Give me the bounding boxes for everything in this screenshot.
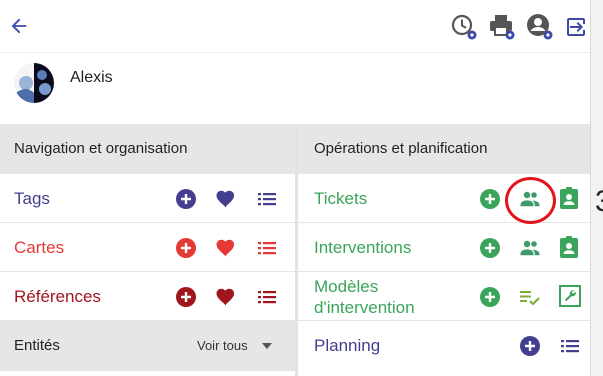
modeles-label-line1: Modèles [314, 277, 379, 296]
badge-icon[interactable] [559, 186, 579, 210]
checklist-icon[interactable] [519, 286, 541, 308]
interventions-label[interactable]: Interventions [314, 223, 411, 272]
list-item-planning[interactable]: Planning [298, 321, 590, 370]
add-circle-icon[interactable] [175, 237, 197, 259]
modeles-label-line2: d'intervention [314, 298, 415, 317]
chevron-down-icon[interactable] [262, 343, 272, 349]
wrench-icon[interactable] [559, 285, 581, 307]
add-circle-icon[interactable] [479, 286, 501, 308]
heart-icon[interactable] [215, 188, 237, 210]
print-settings-icon[interactable] [487, 12, 517, 42]
list-icon[interactable] [256, 188, 278, 210]
logout-icon[interactable] [564, 12, 588, 42]
entities-label: Entités [14, 337, 60, 354]
list-icon[interactable] [559, 335, 581, 357]
references-label[interactable]: Références [14, 272, 101, 321]
heart-icon[interactable] [215, 237, 237, 259]
history-settings-icon[interactable] [449, 12, 479, 42]
account-settings-icon[interactable] [525, 12, 555, 42]
top-bar [0, 0, 590, 52]
list-item-modeles-intervention[interactable]: Modèles d'intervention [298, 272, 590, 321]
list-icon[interactable] [256, 286, 278, 308]
cartes-label[interactable]: Cartes [14, 223, 64, 272]
avatar [14, 63, 54, 103]
section-header-entities: Entités Voir tous [0, 321, 295, 371]
list-icon[interactable] [256, 237, 278, 259]
highlight-annotation-circle [505, 177, 556, 224]
modeles-label[interactable]: Modèles d'intervention [314, 276, 415, 318]
tickets-label[interactable]: Tickets [314, 174, 367, 223]
tags-label[interactable]: Tags [14, 174, 50, 223]
list-item-tags[interactable]: Tags [0, 174, 295, 223]
background-window-glyph: 3 [595, 185, 603, 219]
back-arrow-icon[interactable] [8, 14, 30, 38]
heart-icon[interactable] [215, 286, 237, 308]
voir-tous-dropdown[interactable]: Voir tous [197, 321, 248, 371]
people-icon[interactable] [519, 237, 541, 259]
add-circle-icon[interactable] [479, 188, 501, 210]
planning-label[interactable]: Planning [314, 321, 380, 370]
add-circle-icon[interactable] [175, 188, 197, 210]
user-name: Alexis [70, 69, 113, 86]
list-item-interventions[interactable]: Interventions [298, 223, 590, 272]
add-circle-icon[interactable] [519, 335, 541, 357]
add-circle-icon[interactable] [479, 237, 501, 259]
badge-icon[interactable] [559, 235, 579, 259]
list-item-cartes[interactable]: Cartes [0, 223, 295, 272]
add-circle-icon[interactable] [175, 286, 197, 308]
list-item-references[interactable]: Références [0, 272, 295, 321]
section-header-navigation: Navigation et organisation [0, 124, 295, 174]
section-header-operations: Opérations et planification [298, 124, 590, 174]
user-profile-row[interactable]: Alexis [0, 52, 590, 124]
